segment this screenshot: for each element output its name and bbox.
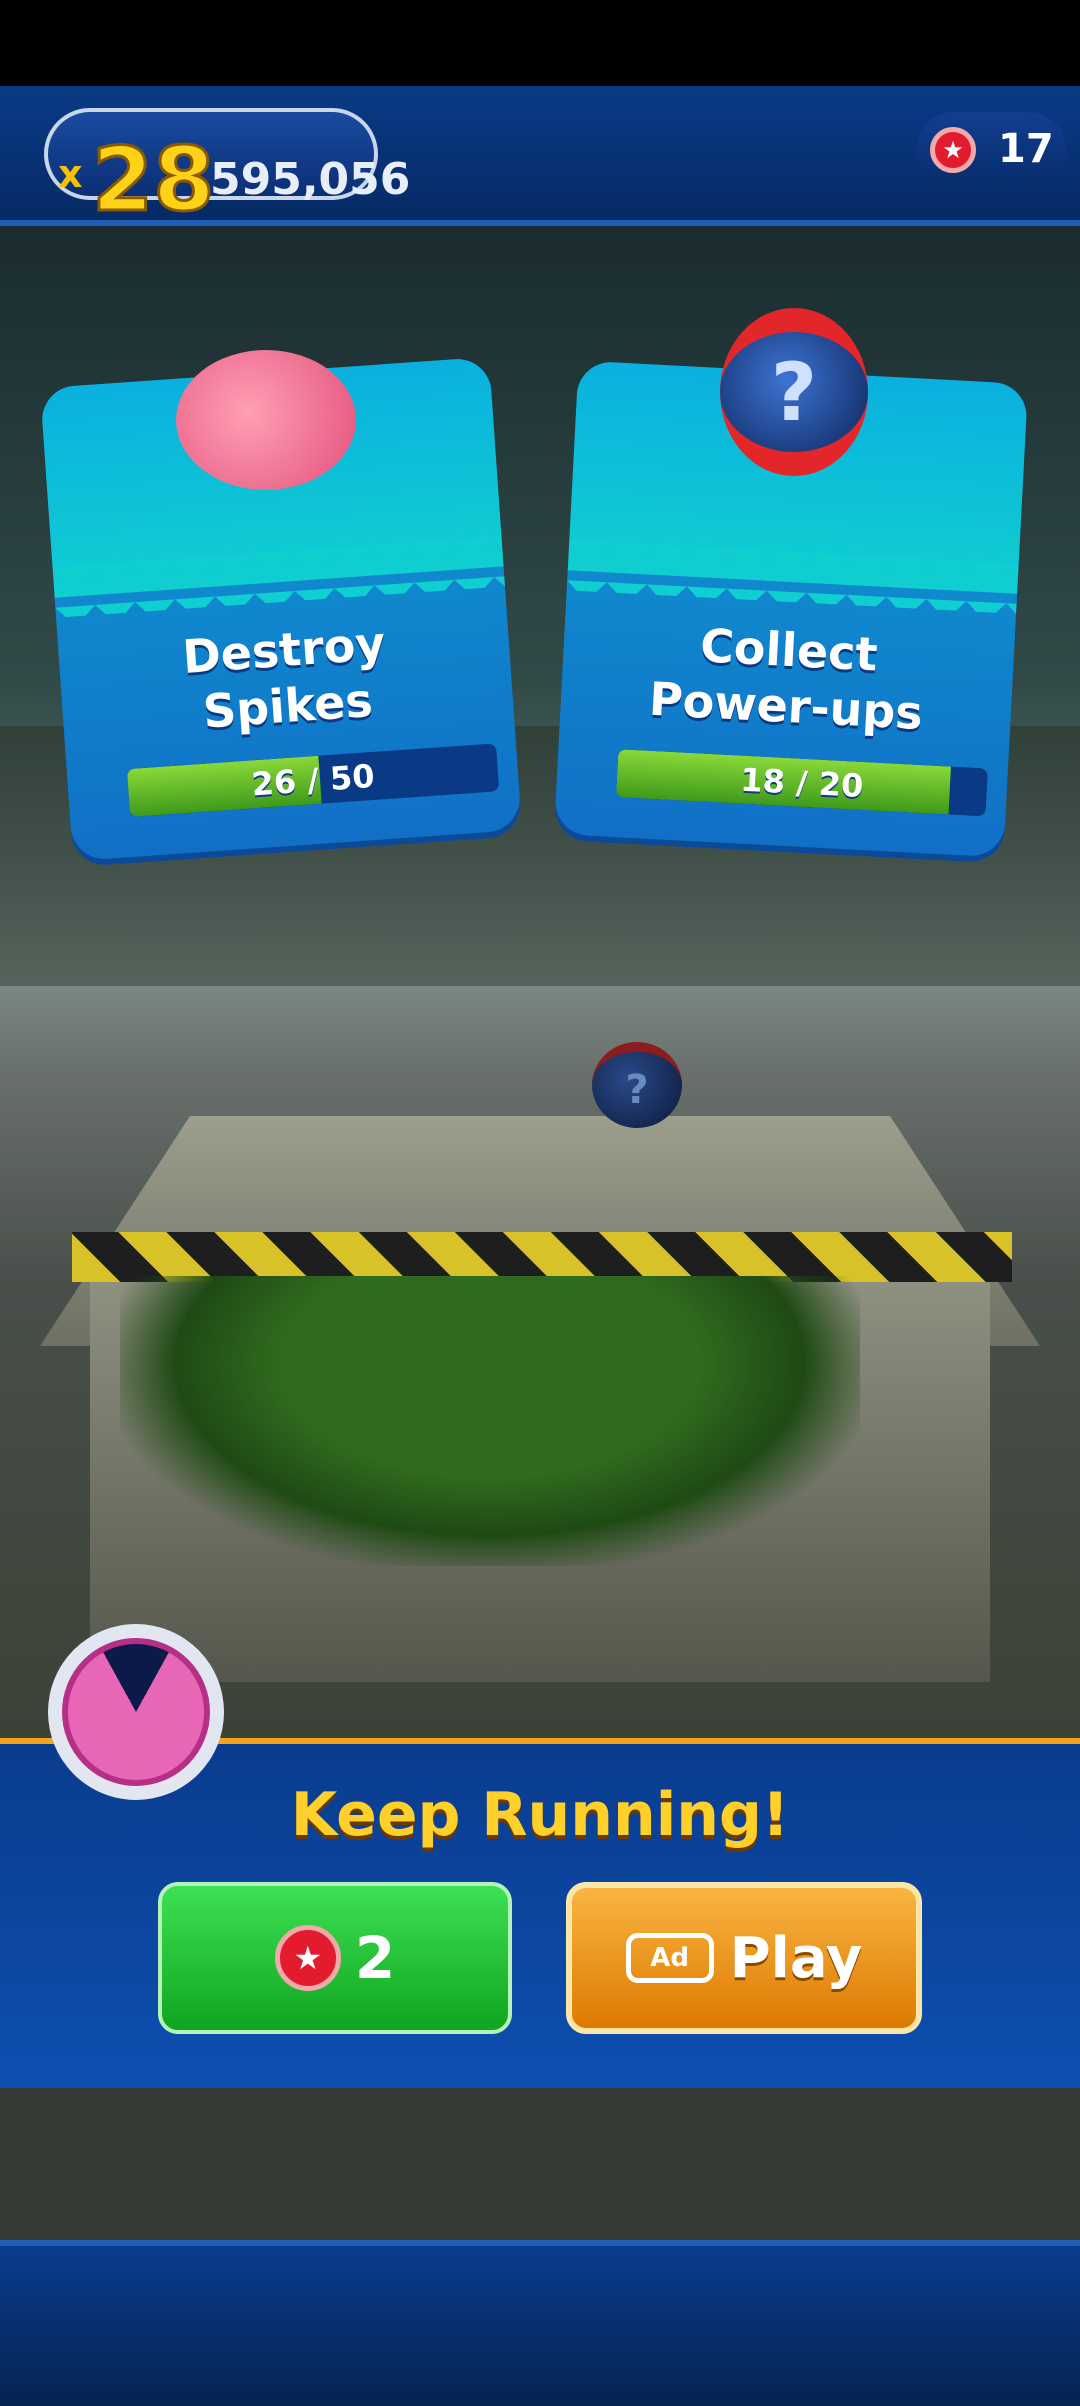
hazard-stripe (72, 1232, 1012, 1282)
score-value: 595,056 (210, 154, 411, 205)
red-star-rings-display[interactable]: ★ 17 (916, 112, 1066, 188)
stopwatch-face (62, 1638, 210, 1786)
mission-title: Collect Power-ups (560, 610, 1015, 745)
mission-progress-current: 18 (739, 760, 786, 801)
hud-bar: x 28 595,056 ★ 17 (0, 86, 1080, 233)
ad-label: Ad (650, 1943, 689, 1973)
red-star-ring-icon: ★ (274, 1925, 341, 1991)
video-ad-icon: Ad (625, 1933, 714, 1983)
red-star-rings-count: 17 (998, 126, 1054, 172)
bottom-bar (0, 2240, 1080, 2406)
mission-progress-bar: 26 / 50 (126, 743, 500, 818)
continue-with-rings-button[interactable]: ★ 2 (158, 1882, 512, 2034)
mission-progress-target: 20 (817, 764, 865, 806)
hanging-vines (120, 1276, 860, 1566)
watch-ad-play-button[interactable]: Ad Play (566, 1882, 922, 2034)
status-bar (0, 0, 1080, 86)
mission-progress-separator: / (795, 763, 809, 803)
red-star-ring-icon: ★ (930, 127, 976, 173)
mystery-powerup-icon: ? (720, 308, 868, 476)
score-display: x 28 595,056 (44, 108, 410, 233)
mystery-orb-icon: ? (592, 1042, 682, 1128)
mission-progress-target: 50 (328, 756, 376, 798)
mission-progress-bar: 18 / 20 (615, 749, 988, 817)
mission-progress-text: 18 / 20 (616, 749, 988, 816)
spikes-badnik-icon (176, 350, 356, 490)
multiplier-prefix: x (58, 152, 83, 196)
keep-running-heading: Keep Running! (290, 1780, 790, 1850)
mission-progress-separator: / (305, 760, 321, 800)
mission-progress-text: 26 / 50 (127, 743, 499, 817)
mission-title: Destroy Spikes (57, 606, 514, 749)
mission-progress-current: 26 (250, 762, 298, 804)
play-label: Play (729, 1925, 863, 1991)
score-multiplier: 28 (90, 127, 215, 233)
scene-lower-strip (0, 2088, 1080, 2240)
stopwatch-icon (48, 1624, 224, 1800)
ring-cost: 2 (354, 1924, 396, 1992)
